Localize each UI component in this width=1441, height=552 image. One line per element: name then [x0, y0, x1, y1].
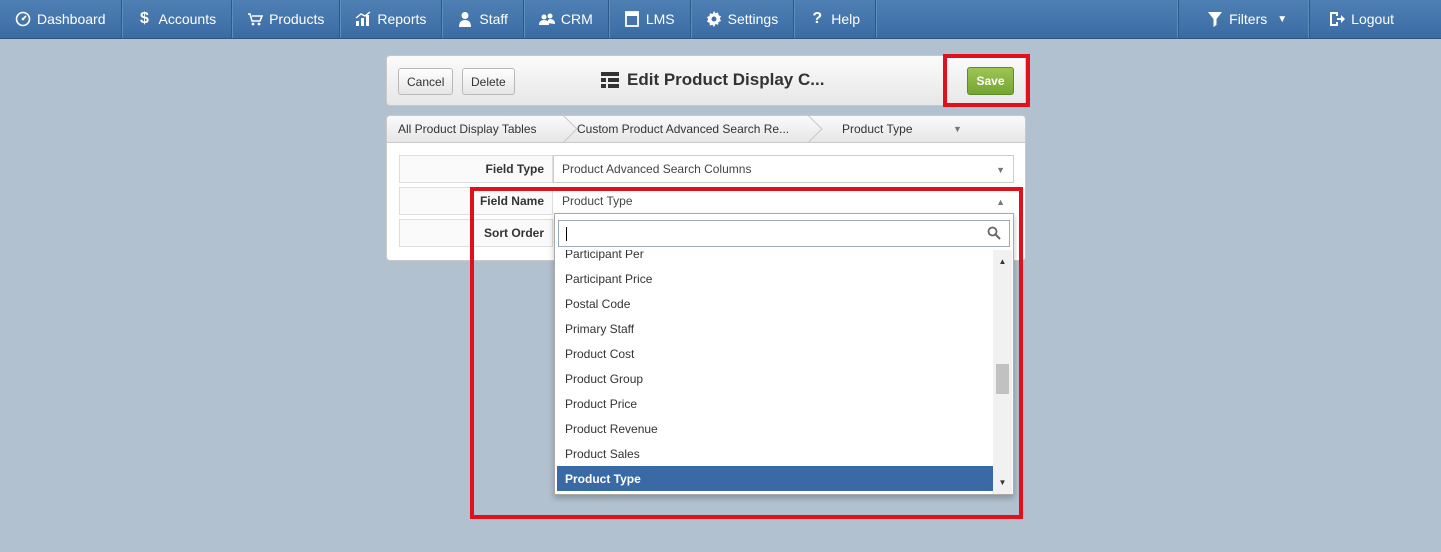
nav-help[interactable]: ? Help [794, 0, 876, 38]
nav-logout[interactable]: Logout [1309, 0, 1441, 38]
field-type-row: Field Type Product Advanced Search Colum… [399, 155, 1014, 183]
dashboard-icon [15, 11, 31, 27]
page-title-text: Edit Product Display C... [627, 70, 825, 89]
nav-reports[interactable]: Reports [340, 0, 443, 38]
breadcrumb-item-label: Custom Product Advanced Search Re... [577, 122, 790, 136]
top-nav: Dashboard $ Accounts Products Reports St… [0, 0, 1441, 39]
dollar-icon: $ [140, 10, 149, 27]
nav-products-label: Products [269, 11, 325, 27]
nav-crm[interactable]: CRM [524, 0, 609, 38]
page-title: Edit Product Display C... [601, 70, 824, 90]
field-type-value: Product Advanced Search Columns [562, 162, 752, 176]
nav-logout-label: Logout [1351, 11, 1394, 27]
nav-right: Filters ▼ Logout [1178, 0, 1441, 38]
breadcrumb-item-label: All Product Display Tables [398, 122, 537, 136]
nav-reports-label: Reports [377, 11, 427, 27]
logout-icon [1329, 11, 1346, 27]
breadcrumb-item-label: Product Type [842, 122, 913, 136]
nav-dashboard[interactable]: Dashboard [0, 0, 122, 38]
breadcrumb-item-current[interactable]: Product Type [812, 116, 957, 142]
nav-accounts-label: Accounts [158, 11, 217, 27]
breadcrumb: All Product Display Tables Custom Produc… [386, 113, 1026, 145]
nav-settings[interactable]: Settings [691, 0, 795, 38]
delete-button[interactable]: Delete [462, 68, 515, 95]
nav-lms[interactable]: LMS [609, 0, 691, 38]
breadcrumb-item-all-tables[interactable]: All Product Display Tables [387, 113, 578, 145]
question-icon: ? [812, 10, 823, 27]
gear-icon [706, 11, 722, 27]
nav-help-label: Help [831, 11, 860, 27]
cart-icon [247, 11, 264, 27]
save-highlight-box [943, 54, 1030, 107]
nav-filters-label: Filters [1229, 11, 1268, 27]
chart-icon [355, 11, 371, 27]
field-type-select[interactable]: Product Advanced Search Columns ▼ [553, 155, 1014, 183]
chevron-down-icon[interactable]: ▼ [953, 124, 962, 134]
filter-icon [1207, 11, 1223, 27]
person-icon [457, 11, 473, 27]
chevron-down-icon: ▼ [996, 165, 1005, 175]
nav-accounts[interactable]: $ Accounts [122, 0, 233, 38]
people-icon [538, 11, 555, 27]
nav-settings-label: Settings [727, 11, 779, 27]
chevron-down-icon: ▼ [1277, 13, 1288, 25]
field-type-label: Field Type [399, 155, 553, 183]
nav-products[interactable]: Products [232, 0, 341, 38]
nav-dashboard-label: Dashboard [37, 11, 106, 27]
nav-lms-label: LMS [645, 11, 675, 27]
nav-crm-label: CRM [560, 11, 593, 27]
nav-staff-label: Staff [479, 11, 508, 27]
nav-staff[interactable]: Staff [442, 0, 524, 38]
cancel-button[interactable]: Cancel [398, 68, 454, 95]
table-icon [601, 72, 619, 88]
breadcrumb-item-table[interactable]: Custom Product Advanced Search Re... [567, 113, 823, 145]
nav-filters[interactable]: Filters ▼ [1178, 0, 1309, 38]
dropdown-highlight-box [470, 187, 1023, 519]
edit-header: Cancel Delete Edit Product Display C... … [386, 55, 1026, 106]
book-icon [624, 11, 640, 27]
